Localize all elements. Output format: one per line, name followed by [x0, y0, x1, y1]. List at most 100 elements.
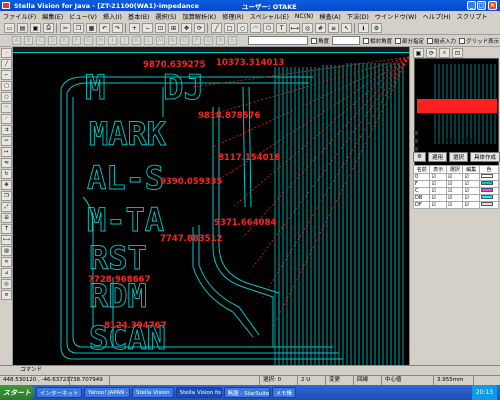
snap-letter-p[interactable]: P — [192, 36, 201, 45]
measure-tool-icon[interactable]: ⊿ — [1, 268, 12, 278]
layer-tool-icon[interactable]: ≡ — [328, 23, 339, 33]
layer-row[interactable]: F ☑ ☑ ☑ — [412, 180, 500, 188]
visible-checkbox[interactable]: ☑ — [429, 194, 447, 202]
select-checkbox[interactable]: ☑ — [445, 180, 464, 188]
snap-letter-q[interactable]: Q — [204, 36, 213, 45]
menu-script[interactable]: スクリプト — [457, 12, 488, 21]
arc-tool-icon[interactable]: ◠ — [1, 103, 12, 113]
layer-pattern-label[interactable]: レイヤーパターン表示 — [414, 136, 476, 144]
snap-letter-l[interactable]: L — [144, 36, 153, 45]
zoom-in-icon[interactable]: + — [129, 23, 140, 33]
rect-tool-icon[interactable]: □ — [1, 81, 12, 91]
layer-color-swatch[interactable] — [478, 180, 500, 188]
layer-label[interactable]: レイヤー — [414, 144, 443, 152]
array-tool-icon[interactable]: ⊞ — [1, 213, 12, 223]
scale-tool-icon[interactable]: ⤢ — [1, 202, 12, 212]
open-folder-icon[interactable]: ▤ — [17, 23, 28, 33]
redo-icon[interactable]: ↷ — [112, 23, 123, 33]
pan-icon[interactable]: ✥ — [181, 23, 192, 33]
layer-row[interactable]: DB ☑ ☑ ☑ — [412, 194, 500, 202]
visible-checkbox[interactable]: ☑ — [429, 201, 447, 209]
print-icon[interactable]: ⎙ — [43, 23, 54, 33]
rect-tool-icon[interactable]: □ — [224, 23, 235, 33]
snap-letter-s[interactable]: S — [228, 36, 237, 45]
checkbox-grid[interactable]: グリッド表示 — [459, 37, 499, 45]
copy-tool-icon[interactable]: ❐ — [1, 191, 12, 201]
snap-letter-d[interactable]: D — [48, 36, 57, 45]
command-bar[interactable]: コマンド — [0, 365, 500, 375]
menu-window[interactable]: ウインドウ(W) — [375, 12, 417, 21]
maximize-button[interactable]: □ — [477, 1, 486, 10]
layer-color-swatch[interactable] — [478, 194, 500, 202]
taskbar-item[interactable]: インターネット ロケーション — [36, 387, 82, 398]
circle-tool-icon[interactable]: ○ — [1, 92, 12, 102]
snap-letter-k[interactable]: K — [132, 36, 141, 45]
checkbox-relative-angle[interactable]: 相対角度 — [363, 37, 392, 45]
polyline-tool-icon[interactable]: ⌐ — [1, 70, 12, 80]
paste-icon[interactable]: ▦ — [86, 23, 97, 33]
grid-tool-icon[interactable]: # — [315, 23, 326, 33]
tab-apply[interactable]: 適用 — [427, 152, 447, 162]
angle-input[interactable] — [332, 36, 361, 45]
mirror-tool-icon[interactable]: ⇋ — [1, 158, 12, 168]
move-tool-icon[interactable]: ✥ — [1, 180, 12, 190]
select-checkbox[interactable]: ☑ — [445, 173, 464, 181]
snap-letter-i[interactable]: I — [108, 36, 117, 45]
new-file-icon[interactable]: ▭ — [4, 23, 15, 33]
menu-file[interactable]: ファイル(F) — [3, 12, 36, 21]
fit-icon[interactable]: ⊡ — [452, 48, 463, 58]
checkbox-start-point[interactable]: 始点入力 — [427, 37, 456, 45]
line-tool-icon[interactable]: ╱ — [211, 23, 222, 33]
tab-create[interactable]: 具体作成 — [469, 152, 500, 162]
measure-tool-icon[interactable]: ⟷ — [289, 23, 300, 33]
edit-checkbox[interactable]: ☑ — [462, 180, 480, 188]
edit-checkbox[interactable]: ☑ — [462, 201, 480, 209]
close-button[interactable]: × — [488, 1, 497, 10]
drawing-canvas[interactable]: M DJ MARK AL-S M-TA RST RDM SCAN 9870.63… — [13, 47, 409, 365]
layer-row[interactable]: DF ☑ ☑ ☑ — [412, 201, 500, 209]
snap-letter-j[interactable]: J — [120, 36, 129, 45]
edit-checkbox[interactable]: ☑ — [462, 173, 480, 181]
snap-letter-a[interactable]: A — [12, 36, 21, 45]
snap-letter-h[interactable]: H — [96, 36, 105, 45]
layer-tool-icon[interactable]: ≡ — [1, 290, 12, 300]
arc-tool-icon[interactable]: ◠ — [250, 23, 261, 33]
polygon-tool-icon[interactable]: ⬠ — [263, 23, 274, 33]
cut-icon[interactable]: ✂ — [60, 23, 71, 33]
layer-row[interactable]: 0 ☑ ☑ ☑ — [412, 173, 500, 181]
minimize-button[interactable]: _ — [467, 1, 476, 10]
zoom-icon[interactable]: ⌕ — [439, 48, 450, 58]
edit-checkbox[interactable]: ☑ — [462, 194, 480, 202]
visible-checkbox[interactable]: ☑ — [429, 187, 447, 195]
mark-label[interactable]: マーク — [414, 128, 438, 136]
taskbar-item[interactable]: メモ帳 — [271, 387, 297, 398]
visible-checkbox[interactable]: ☑ — [429, 180, 447, 188]
property-icon[interactable]: ℹ — [358, 23, 369, 33]
select-tool-icon[interactable]: ↖ — [341, 23, 352, 33]
menu-basic[interactable]: 基本(B) — [128, 12, 149, 21]
zoom-window-icon[interactable]: ⊞ — [168, 23, 179, 33]
offset-tool-icon[interactable]: ⇉ — [1, 125, 12, 135]
layer-row[interactable]: C ☑ ☑ ☑ — [412, 187, 500, 195]
refresh-icon[interactable]: ⟳ — [426, 48, 437, 58]
trim-tool-icon[interactable]: ✂ — [1, 136, 12, 146]
copy-icon[interactable]: ❐ — [73, 23, 84, 33]
overview-icon[interactable]: ▣ — [413, 48, 424, 58]
settings-icon[interactable]: ⚙ — [371, 23, 382, 33]
rotate-tool-icon[interactable]: ↻ — [1, 169, 12, 179]
hatch-tool-icon[interactable]: ▨ — [1, 246, 12, 256]
menu-edit[interactable]: 編集(E) — [42, 12, 63, 21]
menu-repair[interactable]: 修理(R) — [222, 12, 244, 21]
menu-select[interactable]: 選択(S) — [155, 12, 176, 21]
layer-color-swatch[interactable] — [478, 187, 500, 195]
checkbox-angle[interactable]: 角度 — [311, 37, 329, 45]
circle-tool-icon[interactable]: ○ — [237, 23, 248, 33]
save-icon[interactable]: ▣ — [30, 23, 41, 33]
taskbar-item[interactable]: Yahoo! JAPAN - Mi... — [84, 387, 130, 398]
select-checkbox[interactable]: ☑ — [445, 187, 464, 195]
snap-letter-o[interactable]: O — [180, 36, 189, 45]
menu-analysis[interactable]: 加算解析(K) — [183, 12, 217, 21]
layer-color-swatch[interactable] — [478, 201, 500, 209]
snap-letter-b[interactable]: B — [24, 36, 33, 45]
dimension-tool-icon[interactable]: ⟷ — [1, 235, 12, 245]
